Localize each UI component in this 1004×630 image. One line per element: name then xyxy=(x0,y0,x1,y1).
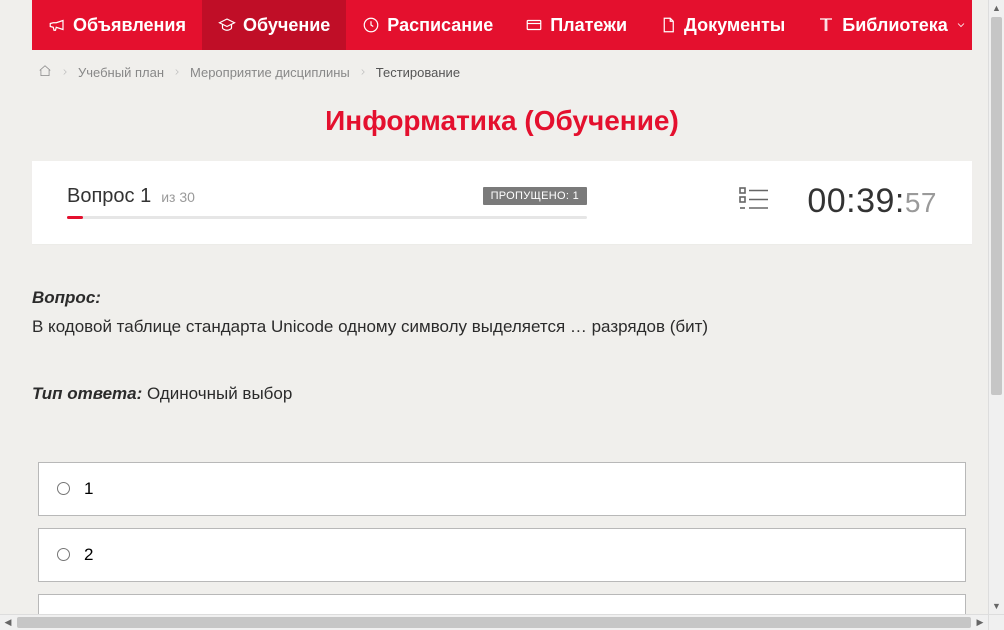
scroll-thumb[interactable] xyxy=(991,17,1002,395)
question-header-panel: Вопрос 1 из 30 ПРОПУЩЕНО: 1 xyxy=(32,161,972,244)
timer: 00:39:57 xyxy=(807,182,937,221)
credit-card-icon xyxy=(525,16,543,34)
nav-item-documents[interactable]: Документы xyxy=(643,0,801,50)
answer-text: 2 xyxy=(84,545,93,565)
answer-list: 1 2 8 xyxy=(32,462,972,615)
answer-option[interactable]: 8 xyxy=(38,594,966,615)
answer-option[interactable]: 1 xyxy=(38,462,966,516)
chevron-right-icon xyxy=(60,65,70,80)
answer-type-label: Тип ответа: xyxy=(32,384,142,403)
home-icon[interactable] xyxy=(38,64,52,81)
breadcrumb-link[interactable]: Мероприятие дисциплины xyxy=(190,65,350,80)
answer-option[interactable]: 2 xyxy=(38,528,966,582)
chevron-down-icon xyxy=(955,16,967,34)
question-label: Вопрос: xyxy=(32,288,972,308)
breadcrumb-current: Тестирование xyxy=(376,65,460,80)
question-body: Вопрос: В кодовой таблице стандарта Unic… xyxy=(32,288,972,404)
progress-bar xyxy=(67,216,587,219)
scroll-right-icon[interactable]: ▶ xyxy=(972,615,988,630)
scrollbar-corner xyxy=(988,614,1004,630)
megaphone-icon xyxy=(48,16,66,34)
main-navbar: Объявления Обучение Расписание Платежи Д… xyxy=(32,0,972,50)
question-text: В кодовой таблице стандарта Unicode одно… xyxy=(32,314,972,340)
nav-item-payments[interactable]: Платежи xyxy=(509,0,643,50)
nav-label: Расписание xyxy=(387,15,493,36)
scroll-left-icon[interactable]: ◀ xyxy=(0,615,16,630)
nav-label: Объявления xyxy=(73,15,186,36)
book-icon xyxy=(817,16,835,34)
nav-item-education[interactable]: Обучение xyxy=(202,0,346,50)
scroll-thumb[interactable] xyxy=(17,617,971,628)
chevron-right-icon xyxy=(172,65,182,80)
nav-item-schedule[interactable]: Расписание xyxy=(346,0,509,50)
progress-fill xyxy=(67,216,83,219)
answer-text: 1 xyxy=(84,479,93,499)
document-icon xyxy=(659,16,677,34)
nav-label: Обучение xyxy=(243,15,330,36)
vertical-scrollbar[interactable]: ▲ ▼ xyxy=(988,0,1004,614)
chevron-right-icon xyxy=(358,65,368,80)
clock-icon xyxy=(362,16,380,34)
page-title: Информатика (Обучение) xyxy=(32,105,972,137)
horizontal-scrollbar[interactable]: ◀ ▶ xyxy=(0,614,988,630)
answer-type-value: Одиночный выбор xyxy=(147,384,292,403)
answer-radio[interactable] xyxy=(57,548,70,561)
nav-label: Платежи xyxy=(550,15,627,36)
nav-item-library[interactable]: Библиотека xyxy=(801,0,983,50)
nav-item-announcements[interactable]: Объявления xyxy=(32,0,202,50)
scroll-up-icon[interactable]: ▲ xyxy=(989,0,1004,16)
nav-label: Документы xyxy=(684,15,785,36)
skipped-badge: ПРОПУЩЕНО: 1 xyxy=(483,187,587,205)
question-list-button[interactable] xyxy=(739,186,769,217)
breadcrumb-link[interactable]: Учебный план xyxy=(78,65,164,80)
scroll-down-icon[interactable]: ▼ xyxy=(989,598,1004,614)
graduation-cap-icon xyxy=(218,16,236,34)
question-number: Вопрос 1 xyxy=(67,185,151,208)
answer-radio[interactable] xyxy=(57,482,70,495)
nav-label: Библиотека xyxy=(842,15,948,36)
breadcrumb: Учебный план Мероприятие дисциплины Тест… xyxy=(32,50,972,95)
question-total: из 30 xyxy=(161,189,195,205)
